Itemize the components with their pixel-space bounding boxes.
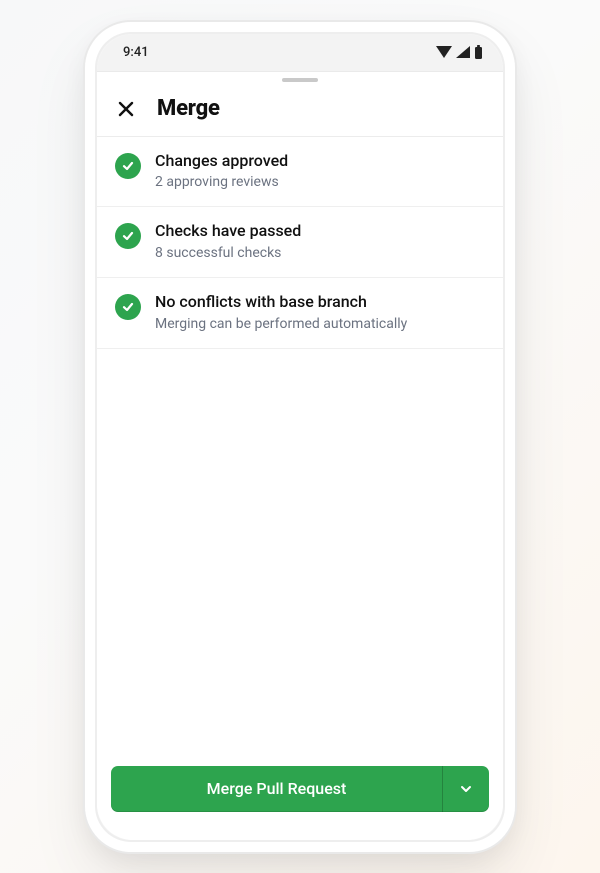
status-row-approved[interactable]: Changes approved 2 approving reviews xyxy=(97,137,503,208)
content-spacer xyxy=(97,349,503,754)
screen: 9:41 Merge Changes approved xyxy=(97,34,503,840)
close-icon xyxy=(117,100,135,118)
merge-status-list: Changes approved 2 approving reviews Che… xyxy=(97,137,503,349)
close-button[interactable] xyxy=(113,96,139,122)
status-bar: 9:41 xyxy=(97,34,503,72)
status-row-conflicts[interactable]: No conflicts with base branch Merging ca… xyxy=(97,278,503,349)
status-title: Checks have passed xyxy=(155,221,485,242)
status-subtitle: Merging can be performed automatically xyxy=(155,315,485,334)
status-subtitle: 8 successful checks xyxy=(155,244,485,263)
status-title: Changes approved xyxy=(155,151,485,172)
status-text: No conflicts with base branch Merging ca… xyxy=(155,292,485,334)
check-circle-icon xyxy=(115,153,141,179)
cellular-icon xyxy=(456,46,470,58)
status-text: Changes approved 2 approving reviews xyxy=(155,151,485,193)
phone-frame: 9:41 Merge Changes approved xyxy=(85,22,515,852)
status-title: No conflicts with base branch xyxy=(155,292,485,313)
merge-options-button[interactable] xyxy=(443,766,489,812)
footer: Merge Pull Request xyxy=(97,754,503,840)
status-time: 9:41 xyxy=(123,45,149,60)
sheet-grabber xyxy=(282,78,318,82)
status-row-checks[interactable]: Checks have passed 8 successful checks xyxy=(97,207,503,278)
check-circle-icon xyxy=(115,294,141,320)
status-subtitle: 2 approving reviews xyxy=(155,173,485,192)
status-text: Checks have passed 8 successful checks xyxy=(155,221,485,263)
merge-split-button: Merge Pull Request xyxy=(111,766,489,812)
merge-button-label: Merge Pull Request xyxy=(207,779,347,798)
check-circle-icon xyxy=(115,223,141,249)
wifi-icon xyxy=(436,46,452,58)
sheet-header: Merge xyxy=(97,88,503,137)
chevron-down-icon xyxy=(459,782,473,796)
sheet-grabber-area[interactable] xyxy=(97,72,503,88)
status-icons xyxy=(436,45,483,59)
page-title: Merge xyxy=(157,96,220,121)
merge-pull-request-button[interactable]: Merge Pull Request xyxy=(111,766,443,812)
battery-icon xyxy=(474,45,483,59)
